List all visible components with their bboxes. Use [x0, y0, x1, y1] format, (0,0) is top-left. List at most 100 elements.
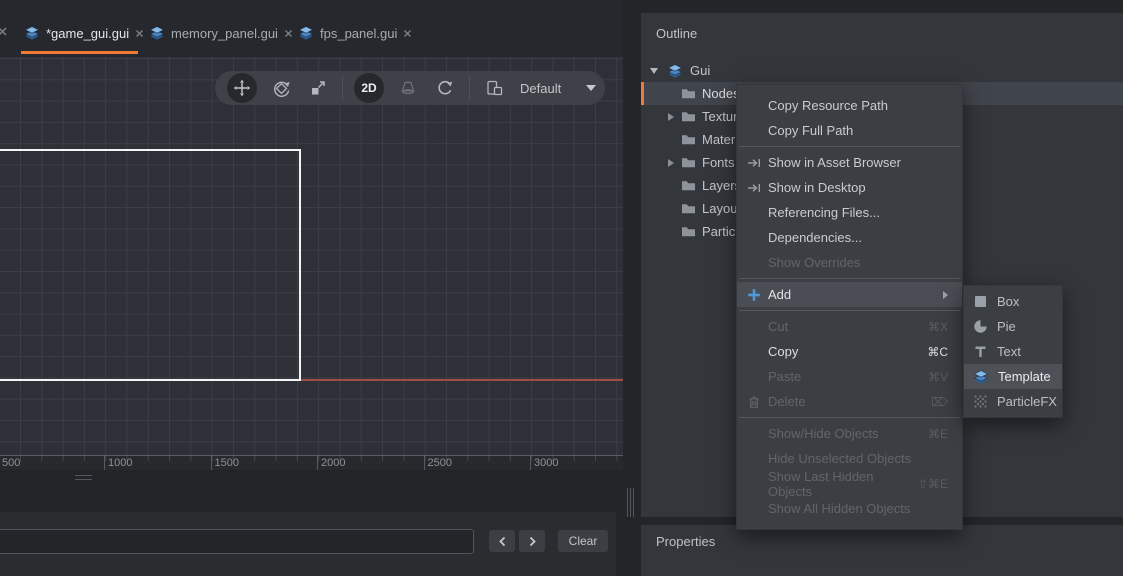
- tab-game-gui[interactable]: *game_gui.gui: [24, 20, 144, 46]
- close-icon[interactable]: [284, 29, 293, 38]
- menu-item-show-in-desktop[interactable]: Show in Desktop: [737, 175, 962, 200]
- tree-label: Gui: [690, 63, 710, 78]
- menu-item-copy[interactable]: Copy ⌘C: [737, 339, 962, 364]
- scene-viewport[interactable]: 2D Default: [0, 57, 623, 455]
- menu-separator: [739, 417, 960, 418]
- menu-item-delete: Delete ⌦: [737, 389, 962, 414]
- tab-fps-panel[interactable]: fps_panel.gui: [298, 20, 412, 46]
- close-icon[interactable]: [135, 29, 144, 38]
- menu-separator: [739, 146, 960, 147]
- 2d-mode-label: 2D: [361, 81, 376, 95]
- horizontal-ruler: 500 1000 1500 2000 2500 3000: [0, 455, 623, 470]
- menu-separator: [739, 278, 960, 279]
- menu-item-cut: Cut ⌘X: [737, 314, 962, 339]
- pie-icon: [973, 319, 988, 334]
- active-tab-indicator: [21, 51, 138, 54]
- folder-icon: [681, 224, 696, 239]
- chevron-right-icon[interactable]: [668, 159, 674, 167]
- ruler-tick: 1000: [104, 456, 132, 471]
- scale-tool-button[interactable]: [305, 75, 331, 101]
- submenu-item-particlefx[interactable]: ParticleFX: [964, 389, 1062, 414]
- rotate-tool-button[interactable]: [268, 75, 294, 101]
- context-menu: Copy Resource Path Copy Full Path Show i…: [736, 84, 963, 530]
- device-simulation-button[interactable]: [481, 75, 507, 101]
- menu-separator: [739, 310, 960, 311]
- folder-icon: [681, 201, 696, 216]
- menu-item-hide-unselected-objects: Hide Unselected Objects: [737, 446, 962, 471]
- tab-label: *game_gui.gui: [46, 26, 129, 41]
- particlefx-icon: [973, 394, 988, 409]
- properties-panel: Properties: [641, 525, 1123, 576]
- menu-item-show-overrides: Show Overrides: [737, 250, 962, 275]
- folder-icon: [681, 109, 696, 124]
- submenu-item-text[interactable]: Text: [964, 339, 1062, 364]
- show-in-icon: [747, 181, 768, 195]
- plus-icon: [747, 288, 768, 302]
- reset-camera-button[interactable]: [432, 75, 458, 101]
- perspective-camera-button[interactable]: [395, 75, 421, 101]
- clear-button[interactable]: Clear: [558, 530, 608, 552]
- menu-item-show-all-hidden-objects: Show All Hidden Objects: [737, 496, 962, 521]
- ruler-tick: 2500: [424, 456, 452, 471]
- search-toolbar: Clear: [0, 512, 616, 576]
- horizontal-splitter-handle[interactable]: [75, 475, 92, 480]
- chevron-right-icon[interactable]: [668, 113, 674, 121]
- box-icon: [973, 294, 988, 309]
- folder-icon: [681, 86, 696, 101]
- menu-item-add[interactable]: Add: [737, 282, 962, 307]
- viewport-toolbar: 2D Default: [215, 71, 605, 105]
- menu-item-copy-resource-path[interactable]: Copy Resource Path: [737, 93, 962, 118]
- vertical-splitter-handle[interactable]: [627, 488, 634, 517]
- menu-item-show-hide-objects: Show/Hide Objects ⌘E: [737, 421, 962, 446]
- tree-label: Fonts: [702, 155, 735, 170]
- submenu-item-box[interactable]: Box: [964, 289, 1062, 314]
- close-icon[interactable]: [0, 26, 8, 37]
- folder-icon: [681, 178, 696, 193]
- menu-item-show-in-asset-browser[interactable]: Show in Asset Browser: [737, 150, 962, 175]
- move-tool-button[interactable]: [227, 73, 257, 103]
- trash-icon: [747, 395, 768, 409]
- bottom-panel: s Clear: [0, 470, 623, 576]
- prev-result-button[interactable]: [489, 530, 515, 552]
- add-submenu: Box Pie Text Template Part: [963, 285, 1063, 418]
- folder-icon: [681, 155, 696, 170]
- tab-bar: *game_gui.gui memory_panel.gui fps_pane: [0, 0, 623, 57]
- search-input[interactable]: [0, 529, 474, 554]
- properties-title: Properties: [656, 534, 715, 549]
- tab-label: fps_panel.gui: [320, 26, 397, 41]
- tab-label: memory_panel.gui: [171, 26, 278, 41]
- toolbar-divider: [342, 76, 343, 100]
- tab-memory-panel[interactable]: memory_panel.gui: [149, 20, 293, 46]
- gui-scene-icon: [298, 25, 314, 41]
- text-icon: [973, 344, 988, 359]
- next-result-button[interactable]: [519, 530, 545, 552]
- 2d-mode-button[interactable]: 2D: [354, 73, 384, 103]
- submenu-arrow-icon: [943, 291, 948, 299]
- menu-item-referencing-files[interactable]: Referencing Files...: [737, 200, 962, 225]
- gui-bounds-rect: [0, 149, 301, 381]
- folder-icon: [681, 132, 696, 147]
- tree-row-gui[interactable]: Gui: [641, 59, 1123, 82]
- gui-scene-icon: [24, 25, 40, 41]
- toolbar-divider: [469, 76, 470, 100]
- close-icon[interactable]: [403, 29, 412, 38]
- menu-item-dependencies[interactable]: Dependencies...: [737, 225, 962, 250]
- outline-title: Outline: [656, 26, 697, 41]
- x-axis-line: [300, 379, 623, 381]
- submenu-item-template[interactable]: Template: [964, 364, 1062, 389]
- chevron-down-icon[interactable]: [650, 68, 658, 74]
- chevron-down-icon[interactable]: [586, 85, 596, 91]
- template-icon: [973, 369, 989, 385]
- menu-item-show-last-hidden-objects: Show Last Hidden Objects ⇧⌘E: [737, 471, 962, 496]
- ruler-tick: 1500: [211, 456, 239, 471]
- cropped-panel-label: s: [0, 482, 1, 497]
- tree-label: Nodes: [702, 86, 740, 101]
- menu-item-copy-full-path[interactable]: Copy Full Path: [737, 118, 962, 143]
- gui-scene-icon: [667, 63, 683, 79]
- show-in-icon: [747, 156, 768, 170]
- menu-item-paste: Paste ⌘V: [737, 364, 962, 389]
- camera-profile-label: Default: [520, 81, 561, 96]
- ruler-tick: 3000: [530, 456, 558, 471]
- ruler-tick: 2000: [317, 456, 345, 471]
- submenu-item-pie[interactable]: Pie: [964, 314, 1062, 339]
